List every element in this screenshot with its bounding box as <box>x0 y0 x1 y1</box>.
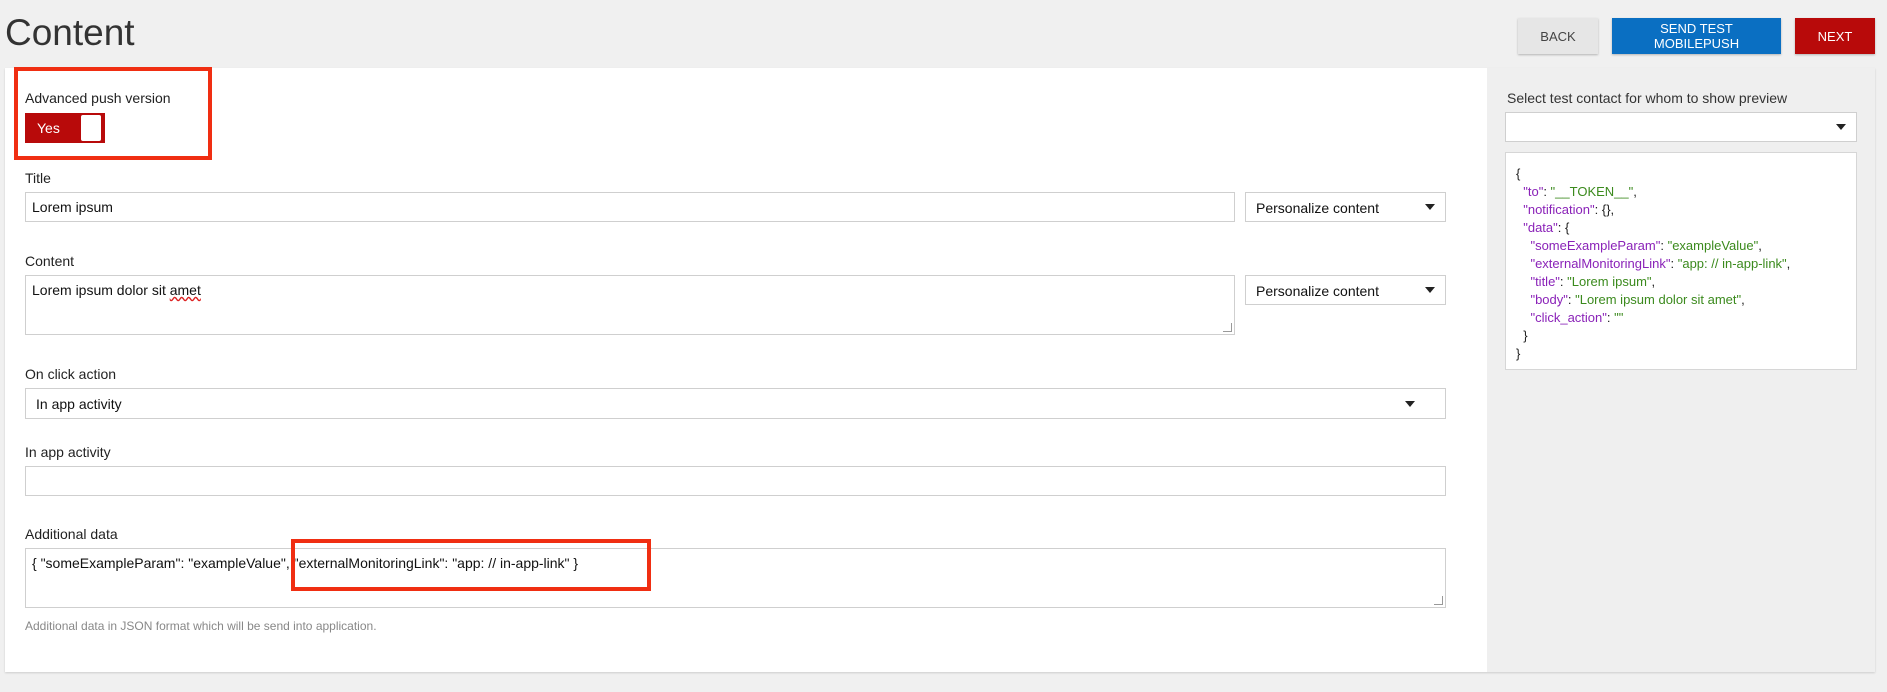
resize-handle-icon[interactable] <box>1434 596 1443 605</box>
onclick-action-label: On click action <box>25 366 117 382</box>
chevron-down-icon <box>1836 124 1846 130</box>
content-textarea[interactable]: Lorem ipsum dolor sit amet <box>25 275 1235 335</box>
advanced-push-toggle[interactable]: Yes <box>25 113 105 143</box>
json-line: "notification": {}, <box>1523 202 1615 217</box>
resize-handle-icon[interactable] <box>1223 323 1232 332</box>
toggle-knob <box>81 115 101 141</box>
back-button[interactable]: BACK <box>1518 18 1598 54</box>
onclick-action-value: In app activity <box>36 396 122 412</box>
title-personalize-select[interactable]: Personalize content <box>1245 192 1446 222</box>
json-preview: { "to": "__TOKEN__", "notification": {},… <box>1505 152 1857 370</box>
content-personalize-value: Personalize content <box>1256 283 1379 299</box>
json-line: { <box>1516 166 1521 181</box>
json-line: "externalMonitoringLink": "app: // in-ap… <box>1530 256 1791 271</box>
in-app-activity-label: In app activity <box>25 444 111 460</box>
onclick-action-select[interactable]: In app activity <box>25 388 1446 419</box>
json-line: "data": { <box>1523 220 1570 235</box>
content-panel: Advanced push version Yes Title Lorem ip… <box>5 67 1875 672</box>
json-line: "to": "__TOKEN__", <box>1523 184 1637 199</box>
additional-data-text: { "someExampleParam": "exampleValue", "e… <box>32 555 579 571</box>
preview-column: Select test contact for whom to show pre… <box>1487 68 1875 672</box>
send-test-mobilepush-button[interactable]: SEND TEST MOBILEPUSH <box>1612 18 1781 54</box>
json-line: } <box>1523 328 1528 343</box>
in-app-activity-input[interactable] <box>25 466 1446 496</box>
content-label: Content <box>25 253 75 269</box>
advanced-push-toggle-text: Yes <box>37 120 60 136</box>
title-personalize-value: Personalize content <box>1256 200 1379 216</box>
chevron-down-icon <box>1425 287 1435 293</box>
page-title: Content <box>5 12 135 53</box>
advanced-push-label: Advanced push version <box>25 90 171 106</box>
json-line: "click_action": "" <box>1530 310 1624 325</box>
json-line: "title": "Lorem ipsum", <box>1530 274 1656 289</box>
content-personalize-select[interactable]: Personalize content <box>1245 275 1446 305</box>
preview-contact-select[interactable] <box>1505 112 1857 142</box>
content-text-misspelled: amet <box>169 282 201 298</box>
json-line: "body": "Lorem ipsum dolor sit amet", <box>1530 292 1745 307</box>
next-button[interactable]: NEXT <box>1795 18 1875 54</box>
json-line: "someExampleParam": "exampleValue", <box>1530 238 1762 253</box>
preview-contact-label: Select test contact for whom to show pre… <box>1507 90 1788 106</box>
additional-data-label: Additional data <box>25 526 118 542</box>
title-label: Title <box>25 170 51 186</box>
title-input[interactable]: Lorem ipsum <box>25 192 1235 222</box>
additional-data-textarea[interactable]: { "someExampleParam": "exampleValue", "e… <box>25 548 1446 608</box>
top-actions: BACK SEND TEST MOBILEPUSH NEXT <box>1518 18 1875 54</box>
chevron-down-icon <box>1425 204 1435 210</box>
additional-data-hint: Additional data in JSON format which wil… <box>25 619 377 633</box>
content-text: Lorem ipsum dolor sit <box>32 282 170 298</box>
json-line: } <box>1516 346 1521 361</box>
chevron-down-icon <box>1405 400 1415 407</box>
